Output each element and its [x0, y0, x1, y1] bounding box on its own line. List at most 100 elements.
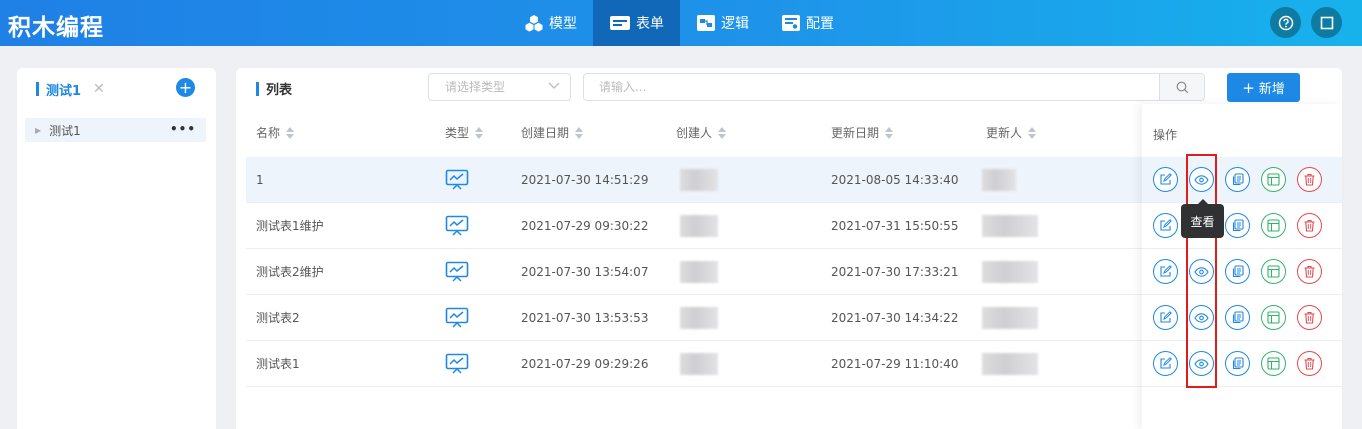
cell-updated: 2021-07-30 17:33:21: [831, 265, 959, 279]
nav-item-model[interactable]: 模型: [508, 0, 593, 46]
caret-right-icon[interactable]: ▶: [35, 126, 41, 135]
copy-button[interactable]: [1225, 259, 1250, 284]
copy-button[interactable]: [1225, 167, 1250, 192]
add-new-button[interactable]: + 新增: [1227, 73, 1300, 102]
delete-button[interactable]: [1297, 305, 1322, 330]
sort-icon[interactable]: [718, 126, 727, 139]
delete-button[interactable]: [1297, 351, 1322, 376]
edit-button[interactable]: [1153, 351, 1178, 376]
fullscreen-button[interactable]: [1311, 7, 1342, 38]
form-type-icon: [445, 215, 469, 236]
nav-item-logic[interactable]: 逻辑: [680, 0, 765, 46]
close-tab-icon[interactable]: ✕: [93, 81, 105, 97]
column-header-updater[interactable]: 更新人: [986, 124, 1037, 141]
layout-button[interactable]: [1261, 167, 1286, 192]
cell-creator-redacted: [680, 169, 718, 191]
column-header-name[interactable]: 名称: [256, 124, 295, 141]
search-input[interactable]: [584, 74, 1160, 100]
sort-icon[interactable]: [1028, 126, 1037, 139]
edit-icon: [1160, 357, 1172, 369]
tree-item[interactable]: ▶ 测试1 •••: [25, 118, 206, 142]
type-select-placeholder: 请选择类型: [445, 80, 506, 94]
type-select[interactable]: 请选择类型: [428, 73, 571, 101]
highlight-frame: [1186, 154, 1217, 388]
cell-updater-redacted: [982, 215, 1038, 237]
column-header-creator[interactable]: 创建人: [676, 124, 727, 141]
search-box: [583, 73, 1205, 101]
edit-button[interactable]: [1153, 167, 1178, 192]
form-icon: [610, 16, 630, 30]
layout-button[interactable]: [1261, 213, 1286, 238]
nav-label-form: 表单: [636, 16, 664, 32]
cell-creator-redacted: [680, 353, 718, 375]
delete-button[interactable]: [1297, 167, 1322, 192]
cell-updater-redacted: [982, 353, 1038, 375]
main-nav: 模型 表单 逻辑 配置: [508, 0, 850, 46]
edit-button[interactable]: [1153, 305, 1178, 330]
layout-button[interactable]: [1261, 259, 1286, 284]
cell-updater-redacted: [982, 261, 1038, 283]
copy-button[interactable]: [1225, 351, 1250, 376]
top-bar: 积木编程 模型 表单 逻辑 配置: [0, 0, 1362, 46]
ops-row: [1142, 203, 1342, 249]
help-icon: [1278, 15, 1293, 30]
cell-name: 测试表1: [256, 357, 300, 371]
cell-updated: 2021-08-05 14:33:40: [831, 173, 959, 187]
delete-icon: [1304, 219, 1315, 232]
column-header-operations: 操作: [1153, 128, 1178, 142]
add-group-button[interactable]: +: [176, 78, 195, 97]
column-header-created[interactable]: 创建日期: [521, 124, 584, 141]
app-title: 积木编程: [8, 15, 104, 41]
edit-icon: [1160, 219, 1172, 231]
view-tooltip: 查看: [1181, 199, 1224, 238]
delete-button[interactable]: [1297, 259, 1322, 284]
ops-row: [1142, 249, 1342, 295]
delete-icon: [1304, 311, 1315, 324]
delete-button[interactable]: [1297, 213, 1322, 238]
edit-button[interactable]: [1153, 259, 1178, 284]
sort-icon[interactable]: [885, 126, 894, 139]
column-header-label: 更新人: [986, 126, 1023, 140]
left-panel: 测试1 ✕ + ▶ 测试1 •••: [17, 68, 216, 429]
layout-button[interactable]: [1261, 305, 1286, 330]
cell-name: 测试表2维护: [256, 265, 324, 279]
delete-icon: [1304, 357, 1315, 370]
column-header-updated[interactable]: 更新日期: [831, 124, 894, 141]
list-title-text: 列表: [266, 83, 293, 98]
help-button[interactable]: [1270, 7, 1301, 38]
column-header-type[interactable]: 类型: [445, 124, 484, 141]
more-icon[interactable]: •••: [170, 122, 196, 136]
edit-button[interactable]: [1153, 213, 1178, 238]
column-header-label: 类型: [445, 126, 470, 140]
edit-icon: [1160, 265, 1172, 277]
fullscreen-icon: [1320, 16, 1333, 29]
cell-creator-redacted: [680, 215, 718, 237]
plus-icon: +: [1242, 78, 1255, 97]
cell-creator-redacted: [680, 307, 718, 329]
edit-icon: [1160, 173, 1172, 185]
nav-item-config[interactable]: 配置: [765, 0, 850, 46]
title-accent-bar: [256, 81, 259, 96]
copy-button[interactable]: [1225, 305, 1250, 330]
ops-row: [1142, 341, 1342, 387]
copy-icon: [1232, 219, 1244, 232]
sort-icon[interactable]: [475, 126, 484, 139]
form-type-icon: [445, 307, 469, 328]
layout-button[interactable]: [1261, 351, 1286, 376]
cell-created: 2021-07-30 13:53:53: [521, 311, 649, 325]
edit-icon: [1160, 311, 1172, 323]
cell-created: 2021-07-29 09:29:26: [521, 357, 649, 371]
copy-icon: [1232, 265, 1244, 278]
search-button[interactable]: [1159, 74, 1204, 100]
layout-icon: [1267, 311, 1280, 324]
sort-icon[interactable]: [286, 126, 295, 139]
sort-icon[interactable]: [575, 126, 584, 139]
layout-icon: [1267, 173, 1280, 186]
cell-updated: 2021-07-30 14:34:22: [831, 311, 959, 325]
cell-updated: 2021-07-31 15:50:55: [831, 219, 959, 233]
copy-button[interactable]: [1225, 213, 1250, 238]
left-tab[interactable]: 测试1 ✕: [36, 80, 105, 99]
cell-updater-redacted: [982, 169, 1016, 191]
nav-item-form[interactable]: 表单: [593, 0, 680, 46]
nav-label-logic: 逻辑: [721, 16, 749, 32]
